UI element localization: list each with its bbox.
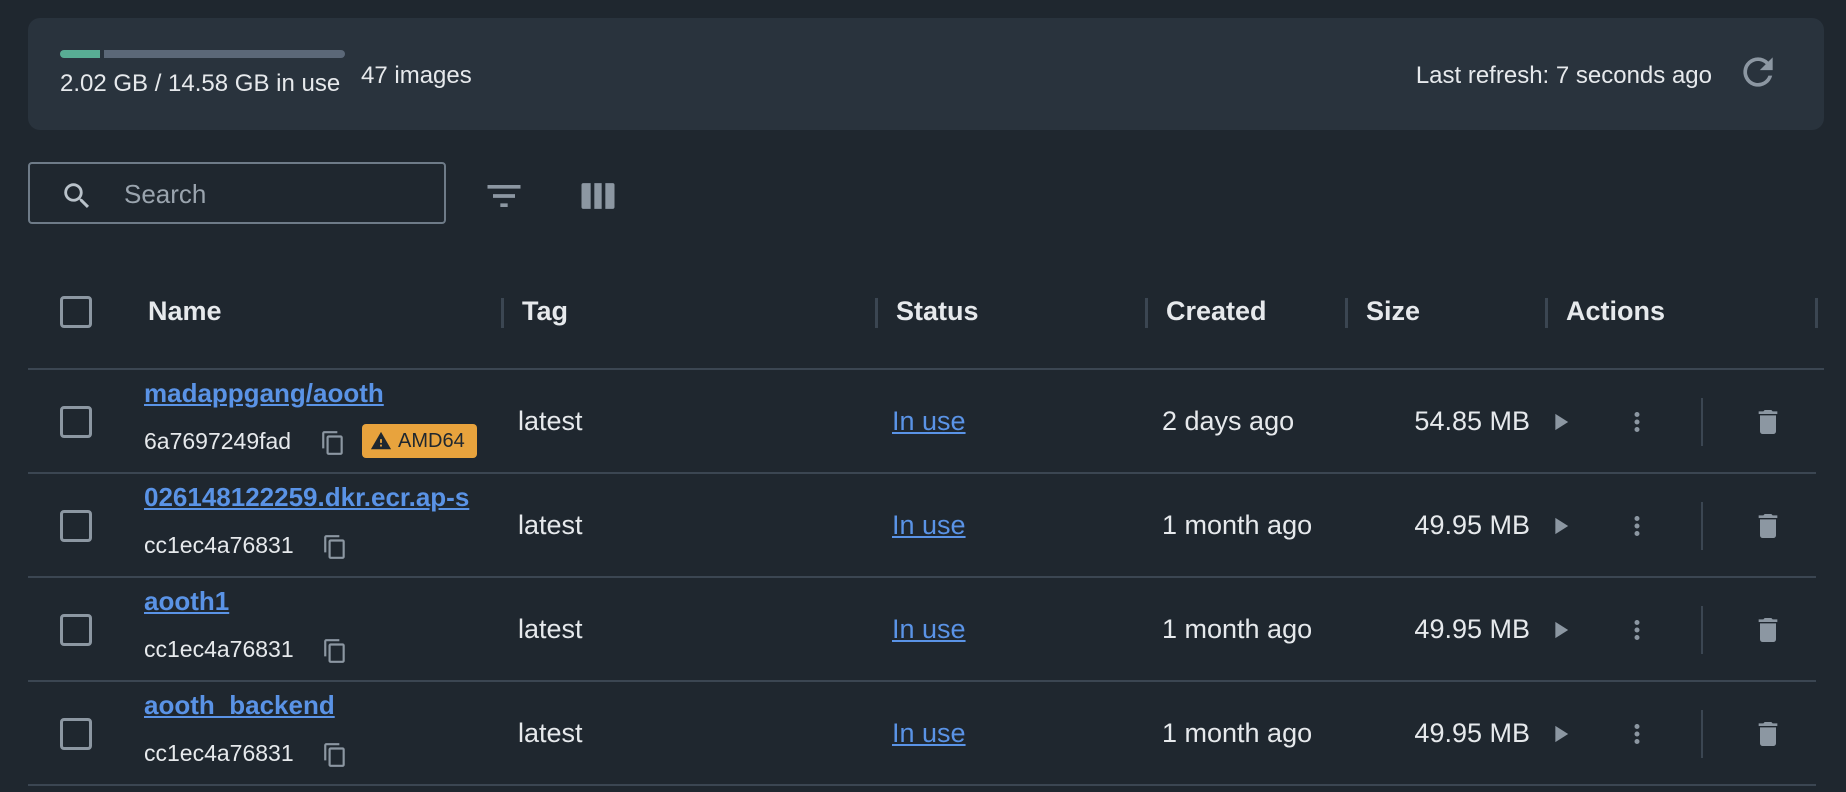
more-vertical-icon[interactable] xyxy=(1622,510,1652,542)
play-icon[interactable] xyxy=(1546,406,1574,438)
last-refresh-text: Last refresh: 7 seconds ago xyxy=(1415,62,1712,89)
image-id: cc1ec4a76831 xyxy=(144,636,294,662)
row-checkbox[interactable] xyxy=(60,718,92,750)
image-id: cc1ec4a76831 xyxy=(144,740,294,766)
copy-icon[interactable] xyxy=(322,742,348,768)
image-created: 1 month ago xyxy=(1162,718,1313,748)
architecture-warning-badge: AMD64 xyxy=(362,424,477,458)
image-status-link[interactable]: In use xyxy=(892,406,966,437)
action-separator xyxy=(1701,710,1703,758)
disk-usage-panel: 2.02 GB / 14.58 GB in use 47 images Last… xyxy=(28,18,1824,130)
architecture-label: AMD64 xyxy=(398,429,465,452)
image-created: 1 month ago xyxy=(1162,614,1313,644)
disk-usage-free xyxy=(104,50,345,58)
image-name-link[interactable]: aooth1 xyxy=(144,586,502,617)
columns-button[interactable] xyxy=(576,174,620,218)
disk-usage-text: 2.02 GB / 14.58 GB in use xyxy=(60,70,341,97)
filter-button[interactable] xyxy=(482,174,526,218)
search-icon xyxy=(64,183,90,209)
row-checkbox[interactable] xyxy=(60,510,92,542)
table-row: aooth1 cc1ec4a76831 latest In use 1 mont… xyxy=(0,578,1846,682)
select-all-checkbox[interactable] xyxy=(60,296,92,328)
column-header-status[interactable]: Status xyxy=(896,296,979,327)
refresh-icon xyxy=(1743,57,1773,87)
disk-usage-meter xyxy=(60,50,345,58)
play-icon[interactable] xyxy=(1546,614,1574,646)
column-separator[interactable] xyxy=(1145,298,1148,328)
image-created: 2 days ago xyxy=(1162,406,1295,436)
image-tag: latest xyxy=(518,406,583,436)
table-row: aooth_backend cc1ec4a76831 latest In use… xyxy=(0,682,1846,786)
column-separator[interactable] xyxy=(875,298,878,328)
column-header-name[interactable]: Name xyxy=(148,296,222,327)
search-input[interactable] xyxy=(122,174,426,214)
copy-icon[interactable] xyxy=(320,430,346,456)
image-created: 1 month ago xyxy=(1162,510,1313,540)
trash-icon[interactable] xyxy=(1752,716,1784,752)
warning-icon xyxy=(370,431,392,450)
column-separator[interactable] xyxy=(501,298,504,328)
image-name-link[interactable]: madappgang/aooth xyxy=(144,378,502,409)
image-tag: latest xyxy=(518,510,583,540)
play-icon[interactable] xyxy=(1546,718,1574,750)
image-name-link[interactable]: 026148122259.dkr.ecr.ap-s xyxy=(144,482,502,513)
column-separator[interactable] xyxy=(1345,298,1348,328)
column-header-size[interactable]: Size xyxy=(1366,296,1420,327)
action-separator xyxy=(1701,398,1703,446)
image-count: 47 images xyxy=(361,62,472,89)
image-size: 49.95 MB xyxy=(1414,718,1530,748)
column-separator[interactable] xyxy=(1545,298,1548,328)
search-field[interactable] xyxy=(28,162,446,224)
copy-icon[interactable] xyxy=(322,638,348,664)
more-vertical-icon[interactable] xyxy=(1622,718,1652,750)
table-row: madappgang/aooth 6a7697249fad AMD64 late… xyxy=(0,370,1846,474)
image-tag: latest xyxy=(518,614,583,644)
image-status-link[interactable]: In use xyxy=(892,718,966,749)
trash-icon[interactable] xyxy=(1752,612,1784,648)
row-checkbox[interactable] xyxy=(60,406,92,438)
columns-icon xyxy=(581,183,615,209)
trash-icon[interactable] xyxy=(1752,508,1784,544)
image-id: cc1ec4a76831 xyxy=(144,532,294,558)
filter-icon xyxy=(487,185,521,207)
action-separator xyxy=(1701,502,1703,550)
image-id: 6a7697249fad xyxy=(144,428,292,454)
trash-icon[interactable] xyxy=(1752,404,1784,440)
refresh-button[interactable] xyxy=(1736,50,1780,94)
image-size: 49.95 MB xyxy=(1414,510,1530,540)
row-checkbox[interactable] xyxy=(60,614,92,646)
copy-icon[interactable] xyxy=(322,534,348,560)
image-status-link[interactable]: In use xyxy=(892,510,966,541)
image-size: 54.85 MB xyxy=(1414,406,1530,436)
more-vertical-icon[interactable] xyxy=(1622,614,1652,646)
image-name-link[interactable]: aooth_backend xyxy=(144,690,502,721)
column-separator[interactable] xyxy=(1815,298,1818,328)
column-header-actions: Actions xyxy=(1566,296,1666,326)
image-size: 49.95 MB xyxy=(1414,614,1530,644)
action-separator xyxy=(1701,606,1703,654)
disk-usage-used xyxy=(60,50,100,58)
image-tag: latest xyxy=(518,718,583,748)
row-divider xyxy=(28,784,1816,786)
column-header-tag[interactable]: Tag xyxy=(522,296,568,327)
play-icon[interactable] xyxy=(1546,510,1574,542)
table-row: 026148122259.dkr.ecr.ap-s cc1ec4a76831 l… xyxy=(0,474,1846,578)
image-status-link[interactable]: In use xyxy=(892,614,966,645)
column-header-created[interactable]: Created xyxy=(1166,296,1267,327)
more-vertical-icon[interactable] xyxy=(1622,406,1652,438)
